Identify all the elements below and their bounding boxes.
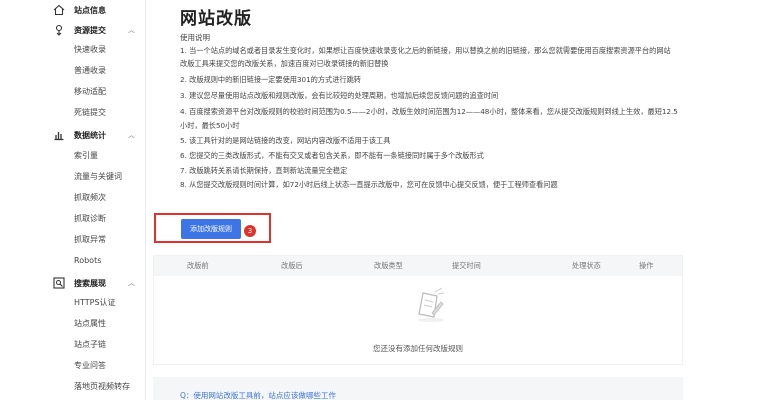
rule-line: 6. 您提交的三类改版形式，不能有交叉或者包含关系，即不能有一条链接同时属于多个… — [180, 151, 484, 160]
rule-line: 7. 改版跳转关系请长期保持，直到新站流量完全稳定 — [180, 166, 348, 175]
sidebar-item-site-attributes[interactable]: 站点属性 — [74, 318, 106, 330]
sidebar-item-https[interactable]: HTTPS认证 — [74, 297, 116, 309]
sidebar-group-label: 资源提交 — [74, 25, 106, 35]
column-header-after: 改版后 — [281, 261, 303, 270]
rule-line: 改版工具来提交您的改版关系，加速百度对已收录链接的新旧替换 — [180, 59, 389, 68]
main-content: 网站改版 使用说明 1. 当一个站点的域名或者目录发生变化时，如果想让百度快速收… — [147, 0, 760, 400]
page-title: 网站改版 — [180, 9, 252, 29]
sidebar-item-traffic-keywords[interactable]: 流量与关键词 — [74, 171, 122, 183]
rule-line: 3. 建议您尽量使用站点改版和规则改版，会有比较短的处理周期，也增加后续您反馈问… — [180, 91, 499, 100]
revision-rules-table: 改版前 改版后 改版类型 提交时间 处理状态 操作 您还没有添加任何改版规则 — [153, 255, 683, 365]
column-header-before: 改版前 — [187, 261, 209, 270]
sidebar-item-normal-index[interactable]: 普通收录 — [74, 65, 106, 77]
step-badge: 3 — [244, 225, 256, 237]
sidebar-item-fast-index[interactable]: 快速收录 — [74, 44, 106, 56]
sidebar-group-label: 搜索展现 — [74, 278, 106, 288]
rule-line: 4. 百度搜索资源平台对改版规则的校验时间范围为0.5——2小时，改版生效时间范… — [180, 107, 678, 116]
sidebar-item-crawl-diagnosis[interactable]: 抓取诊断 — [74, 213, 106, 225]
bar-chart-icon — [52, 129, 65, 142]
rule-line: 1. 当一个站点的域名或者目录发生变化时，如果想让百度快速收录变化之后的新链接，… — [180, 46, 671, 55]
faq-link[interactable]: Q：使用网站改版工具前，站点应该做哪些工作 — [180, 390, 336, 400]
sidebar-item-dead-link[interactable]: 死链提交 — [74, 107, 106, 119]
rule-line: 8. 从您提交改版规则时间计算，如72小时后线上状态一直提示改版中，您可在反馈中… — [180, 180, 558, 189]
table-header: 改版前 改版后 改版类型 提交时间 处理状态 操作 — [154, 256, 682, 276]
empty-state-text: 您还没有添加任何改版规则 — [373, 344, 463, 353]
sidebar-item-index-volume[interactable]: 索引量 — [74, 150, 98, 162]
usage-intro: 使用说明 — [180, 33, 210, 42]
rule-line: 2. 改版规则中的新旧链接一定要使用301的方式进行跳转 — [180, 75, 361, 84]
sidebar-item-crawl-errors[interactable]: 抓取异常 — [74, 234, 106, 246]
submit-icon — [52, 24, 65, 37]
sidebar-group-search-display[interactable]: 搜索展现 ︿ — [0, 273, 146, 293]
sidebar-group-site-info[interactable]: 站点信息 — [0, 0, 146, 20]
chevron-up-icon: ︿ — [128, 279, 135, 287]
sidebar-item-video-transfer[interactable]: 落地页视频转存 — [74, 381, 130, 393]
sidebar: 站点信息 资源提交 ︿ 快速收录 普通收录 移动适配 死链提交 数据统计 ︿ 索… — [0, 0, 146, 400]
sidebar-group-label: 数据统计 — [74, 130, 106, 140]
sidebar-group-data-stats[interactable]: 数据统计 ︿ — [0, 125, 146, 145]
chevron-up-icon: ︿ — [128, 131, 135, 139]
chevron-up-icon: ︿ — [128, 26, 135, 34]
sidebar-item-sitelinks[interactable]: 站点子链 — [74, 339, 106, 351]
add-revision-rule-button[interactable]: 添加改版规则 — [181, 219, 241, 239]
sidebar-group-resource-submit[interactable]: 资源提交 ︿ — [0, 20, 146, 40]
sidebar-item-robots[interactable]: Robots — [74, 255, 101, 267]
rule-line: 小时，最长50小时 — [180, 121, 240, 130]
column-header-actions: 操作 — [639, 261, 654, 270]
search-display-icon — [52, 277, 65, 290]
column-header-submit-time: 提交时间 — [452, 261, 481, 270]
rule-line: 5. 该工具针对的是网站链接的改变，网站内容改版不适用于该工具 — [180, 136, 391, 145]
empty-state-icon — [411, 284, 451, 324]
column-header-type: 改版类型 — [374, 261, 403, 270]
sidebar-item-crawl-frequency[interactable]: 抓取频次 — [74, 192, 106, 204]
home-icon — [52, 4, 65, 17]
column-header-status: 处理状态 — [572, 261, 601, 270]
sidebar-item-qa[interactable]: 专业问答 — [74, 360, 106, 372]
sidebar-item-mobile-adapt[interactable]: 移动适配 — [74, 86, 106, 98]
sidebar-group-label: 站点信息 — [74, 5, 106, 15]
